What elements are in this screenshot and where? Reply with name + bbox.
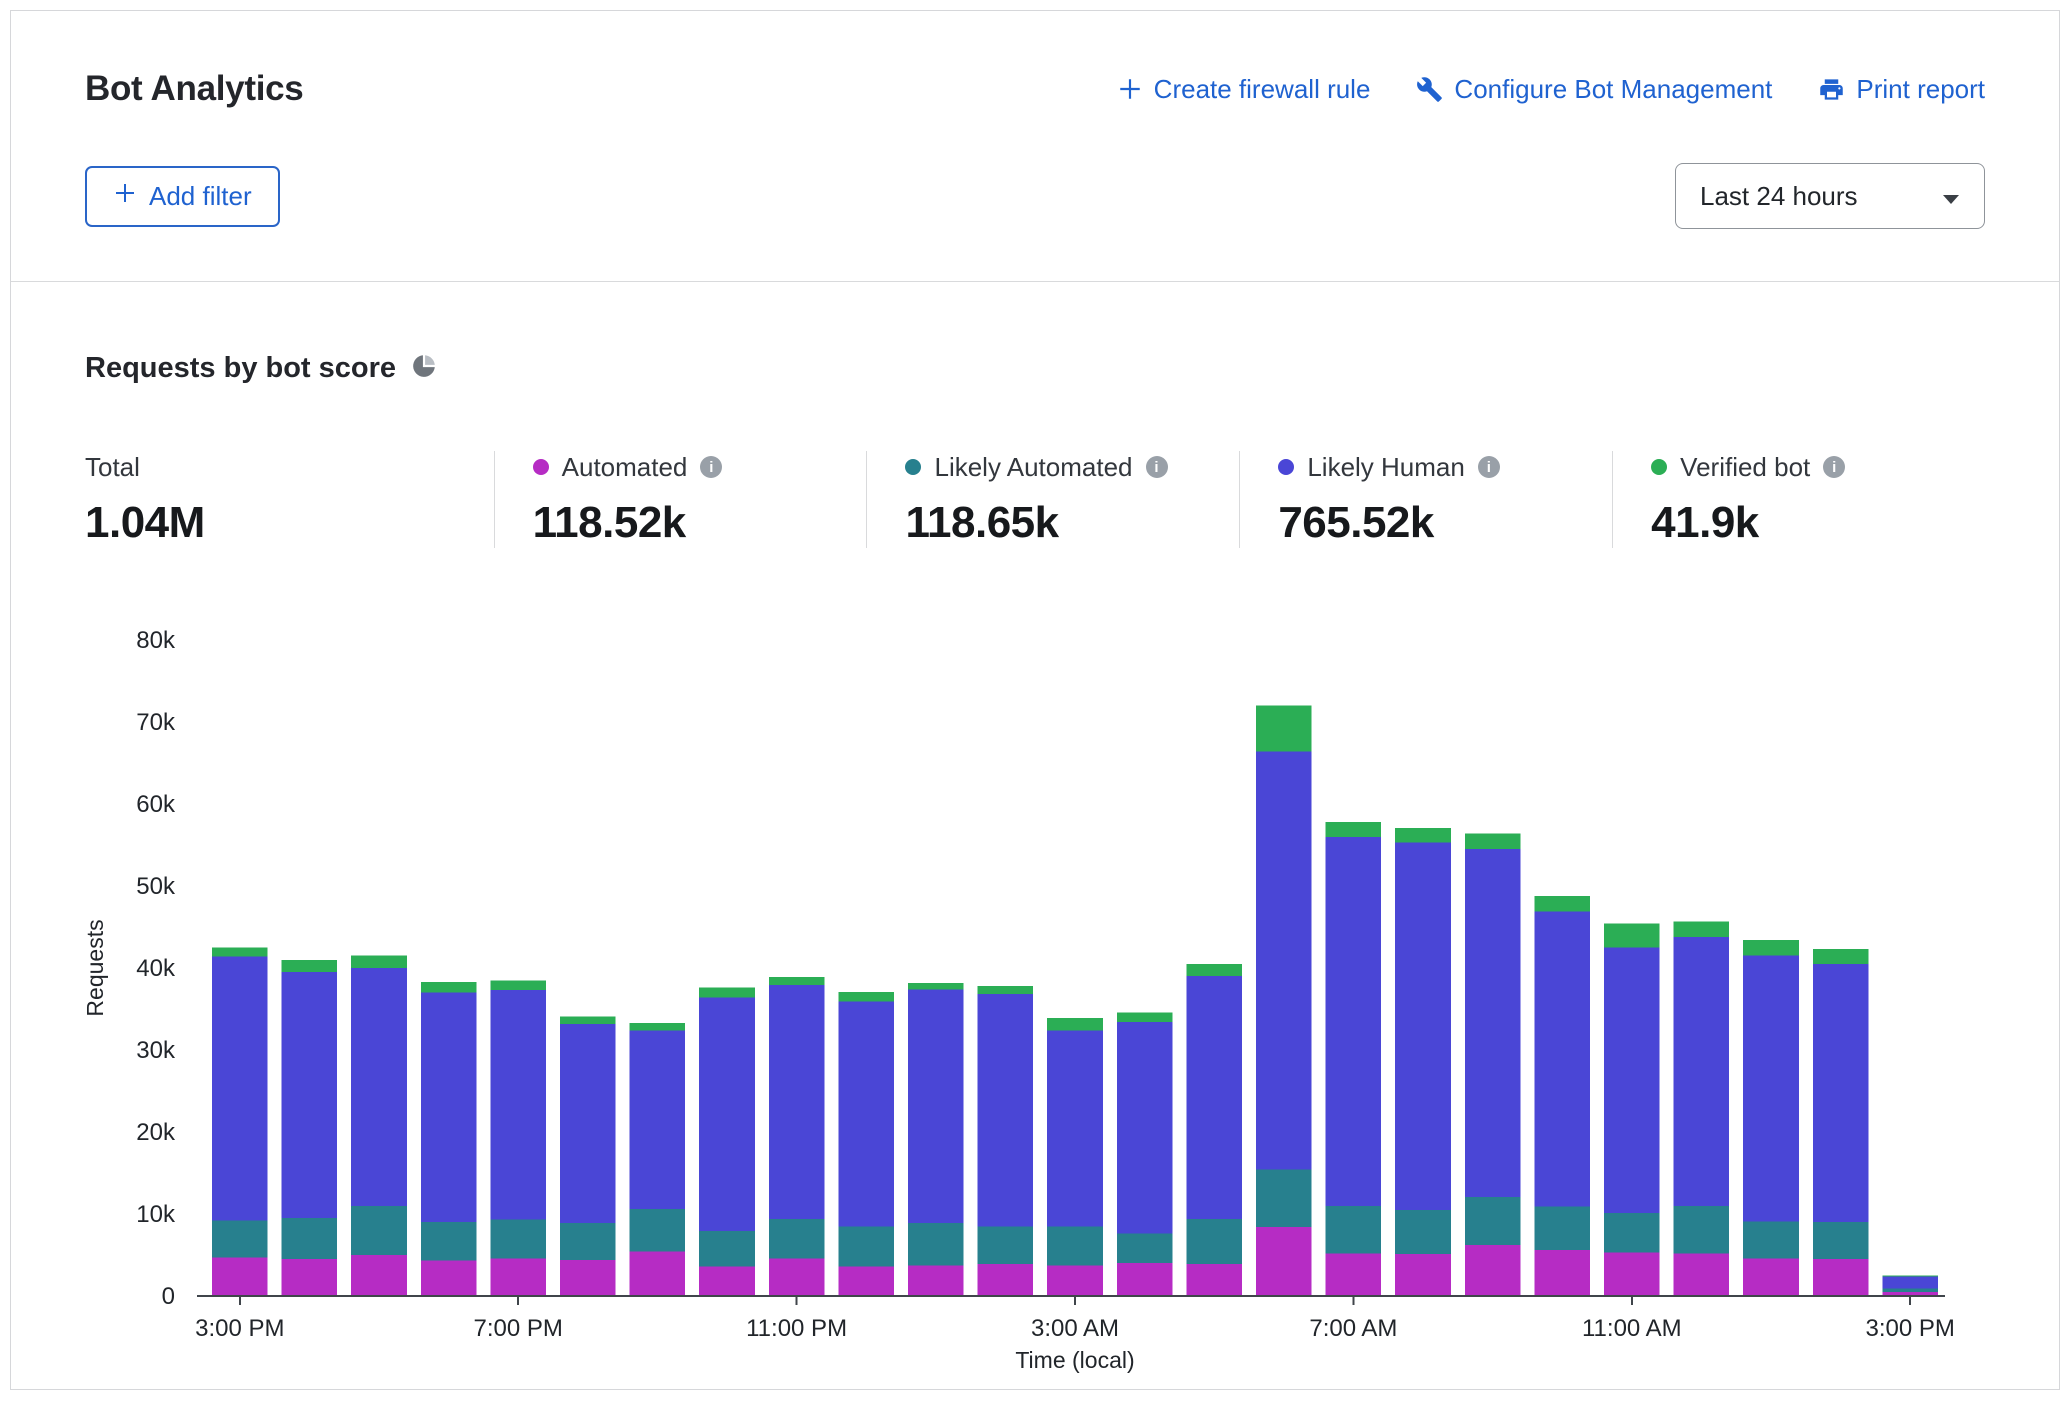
create-firewall-rule-label: Create firewall rule <box>1154 74 1371 105</box>
svg-text:10k: 10k <box>136 1201 176 1228</box>
svg-text:11:00 AM: 11:00 AM <box>1582 1315 1682 1342</box>
stat-likely-human-value: 765.52k <box>1278 498 1582 548</box>
svg-text:70k: 70k <box>136 709 176 736</box>
likely-human-legend-dot <box>1278 459 1294 475</box>
svg-text:3:00 AM: 3:00 AM <box>1031 1315 1119 1342</box>
pie-chart-icon <box>411 353 437 384</box>
svg-text:40k: 40k <box>136 955 176 982</box>
svg-text:0: 0 <box>162 1283 175 1310</box>
page-title: Bot Analytics <box>85 69 303 109</box>
stat-automated-value: 118.52k <box>533 498 837 548</box>
svg-text:60k: 60k <box>136 791 176 818</box>
svg-text:3:00 PM: 3:00 PM <box>195 1315 284 1342</box>
info-icon[interactable]: i <box>1823 456 1845 478</box>
stat-verified-bot-value: 41.9k <box>1651 498 1955 548</box>
configure-bot-management-link[interactable]: Configure Bot Management <box>1416 74 1772 105</box>
svg-text:7:00 PM: 7:00 PM <box>474 1315 563 1342</box>
section-title: Requests by bot score <box>85 352 396 385</box>
requests-by-bot-score-section: Requests by bot score Total 1.04M Automa… <box>11 282 2059 1381</box>
svg-text:Requests: Requests <box>85 919 108 1016</box>
printer-icon <box>1818 76 1845 103</box>
stat-verified-bot: Verified bot i 41.9k <box>1612 451 1985 548</box>
add-filter-button[interactable]: Add filter <box>85 166 280 227</box>
stat-total-label: Total <box>85 452 140 483</box>
automated-legend-dot <box>533 459 549 475</box>
stat-likely-automated-label: Likely Automated <box>934 452 1132 483</box>
stat-likely-human: Likely Human i 765.52k <box>1239 451 1612 548</box>
add-filter-label: Add filter <box>149 181 252 212</box>
stat-likely-automated-value: 118.65k <box>905 498 1209 548</box>
svg-text:11:00 PM: 11:00 PM <box>746 1315 847 1342</box>
stat-automated: Automated i 118.52k <box>494 451 867 548</box>
create-firewall-rule-link[interactable]: Create firewall rule <box>1117 74 1371 105</box>
stat-verified-bot-label: Verified bot <box>1680 452 1810 483</box>
stat-total: Total 1.04M <box>85 451 494 548</box>
bot-score-chart-svg: 0 10k 20k 30k 40k 50k 60k 70k 80k 3:00 PM 7:00 PM 1… <box>85 626 1985 1376</box>
print-report-link[interactable]: Print report <box>1818 74 1985 105</box>
likely-automated-legend-dot <box>905 459 921 475</box>
time-range-select[interactable]: Last 24 hours <box>1675 163 1985 229</box>
info-icon[interactable]: i <box>1146 456 1168 478</box>
card-header: Bot Analytics Create firewall rule Confi… <box>11 11 2059 281</box>
verified-bot-legend-dot <box>1651 459 1667 475</box>
stats-row: Total 1.04M Automated i 118.52k Likely A… <box>85 451 1985 548</box>
stat-likely-automated: Likely Automated i 118.65k <box>866 451 1239 548</box>
stat-total-value: 1.04M <box>85 498 464 548</box>
stat-automated-label: Automated <box>562 452 688 483</box>
chevron-down-icon <box>1942 181 1960 212</box>
plus-icon <box>113 181 137 212</box>
info-icon[interactable]: i <box>1478 456 1500 478</box>
stat-likely-human-label: Likely Human <box>1307 452 1465 483</box>
info-icon[interactable]: i <box>700 456 722 478</box>
bot-analytics-card: Bot Analytics Create firewall rule Confi… <box>10 10 2060 1390</box>
svg-text:20k: 20k <box>136 1119 176 1146</box>
svg-text:30k: 30k <box>136 1037 176 1064</box>
svg-text:Time (local): Time (local) <box>1015 1347 1134 1373</box>
svg-text:3:00 PM: 3:00 PM <box>1866 1315 1955 1342</box>
configure-bot-management-label: Configure Bot Management <box>1454 74 1772 105</box>
time-range-value: Last 24 hours <box>1700 181 1858 212</box>
svg-text:7:00 AM: 7:00 AM <box>1309 1315 1397 1342</box>
requests-stacked-bar-chart: 0 10k 20k 30k 40k 50k 60k 70k 80k 3:00 PM 7:00 PM 1… <box>85 626 1985 1381</box>
print-report-label: Print report <box>1856 74 1985 105</box>
wrench-icon <box>1416 76 1443 103</box>
plus-icon <box>1117 76 1143 102</box>
svg-text:80k: 80k <box>136 627 176 654</box>
svg-text:50k: 50k <box>136 873 176 900</box>
header-actions: Create firewall rule Configure Bot Manag… <box>1117 74 1985 105</box>
